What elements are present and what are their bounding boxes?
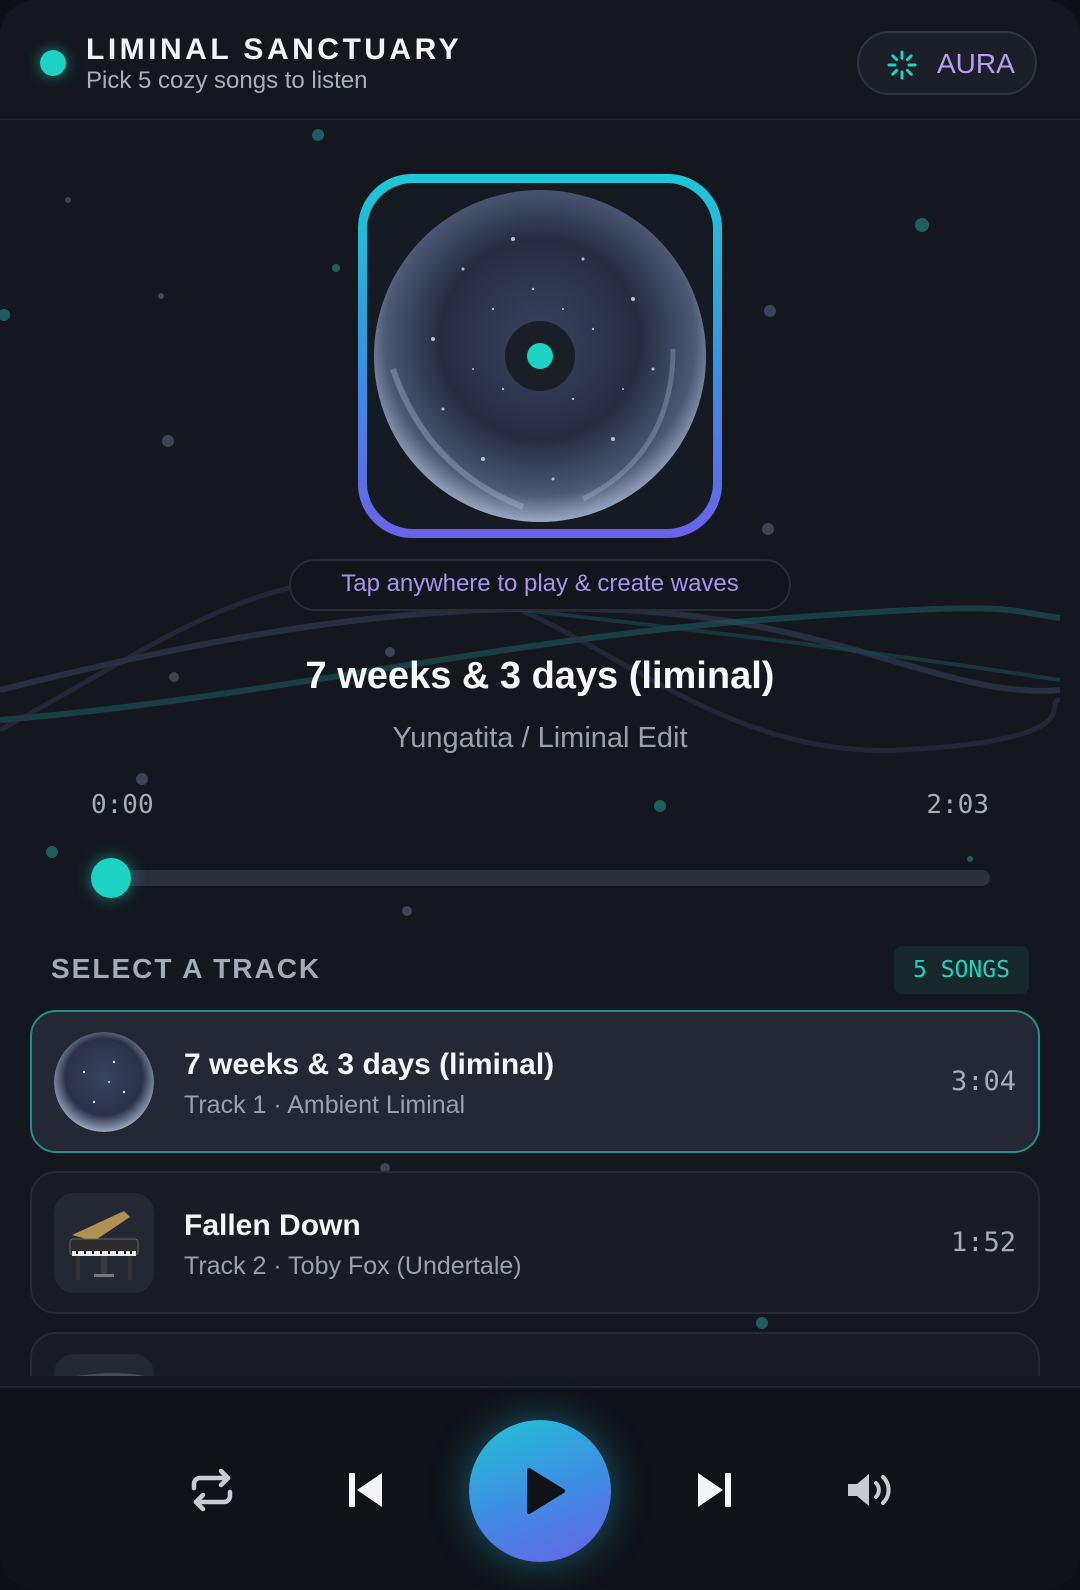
track-section-title: SELECT A TRACK bbox=[51, 953, 322, 984]
cosmic-disc-icon bbox=[54, 1032, 154, 1132]
track-duration: 1:52 bbox=[950, 1227, 1016, 1258]
track-name: 7 weeks & 3 days (liminal) bbox=[184, 1048, 555, 1081]
header: LIMINAL SANCTUARY Pick 5 cozy songs to l… bbox=[0, 0, 1080, 120]
skip-next-icon bbox=[698, 1473, 731, 1507]
aura-label: AURA bbox=[937, 48, 1015, 79]
repeat-button[interactable] bbox=[188, 1468, 236, 1512]
app-subtitle: Pick 5 cozy songs to listen bbox=[86, 67, 368, 94]
song-count-badge: 5 SONGS bbox=[894, 946, 1029, 994]
now-playing-title: 7 weeks & 3 days (liminal) bbox=[305, 655, 775, 697]
play-icon bbox=[527, 1468, 565, 1514]
repeat-icon bbox=[191, 1468, 233, 1512]
disc-center-dot bbox=[527, 343, 553, 369]
track-item[interactable]: Fallen Down Track 2 · Toby Fox (Undertal… bbox=[30, 1171, 1040, 1314]
play-hint-pill[interactable]: Tap anywhere to play & create waves bbox=[289, 559, 791, 611]
play-button[interactable] bbox=[469, 1420, 611, 1562]
album-thumbnail-icon bbox=[77, 1373, 145, 1376]
skip-previous-icon bbox=[349, 1473, 382, 1507]
total-duration: 2:03 bbox=[926, 790, 989, 820]
track-thumbnail bbox=[54, 1032, 154, 1132]
app-window: LIMINAL SANCTUARY Pick 5 cozy songs to l… bbox=[0, 0, 1080, 1590]
album-art[interactable] bbox=[358, 174, 722, 538]
elapsed-time: 0:00 bbox=[91, 790, 154, 820]
album-art-inner bbox=[367, 183, 713, 529]
track-meta: Track 1 · Ambient Liminal bbox=[184, 1091, 466, 1119]
next-track-button[interactable] bbox=[694, 1470, 734, 1510]
track-duration: 3:04 bbox=[950, 1066, 1016, 1097]
volume-button[interactable] bbox=[845, 1470, 895, 1510]
track-name: Fallen Down bbox=[184, 1209, 361, 1242]
track-thumbnail bbox=[54, 1193, 154, 1293]
track-list: 7 weeks & 3 days (liminal) Track 1 · Amb… bbox=[30, 1009, 1040, 1376]
sparkle-loader-icon bbox=[887, 50, 917, 80]
grand-piano-icon bbox=[69, 1211, 139, 1280]
previous-track-button[interactable] bbox=[346, 1470, 386, 1510]
track-item[interactable] bbox=[30, 1332, 1040, 1376]
player-controls-bar bbox=[0, 1386, 1080, 1590]
app-title: LIMINAL SANCTUARY bbox=[86, 33, 463, 66]
aura-button[interactable]: AURA bbox=[857, 31, 1037, 95]
progress-knob[interactable] bbox=[91, 858, 131, 898]
live-indicator-dot bbox=[40, 50, 66, 76]
track-item[interactable]: 7 weeks & 3 days (liminal) Track 1 · Amb… bbox=[30, 1010, 1040, 1153]
track-thumbnail bbox=[54, 1354, 154, 1376]
volume-icon bbox=[848, 1474, 891, 1506]
progress-bar[interactable] bbox=[110, 870, 990, 886]
now-playing-artist: Yungatita / Liminal Edit bbox=[392, 722, 688, 754]
track-meta: Track 2 · Toby Fox (Undertale) bbox=[184, 1252, 522, 1280]
